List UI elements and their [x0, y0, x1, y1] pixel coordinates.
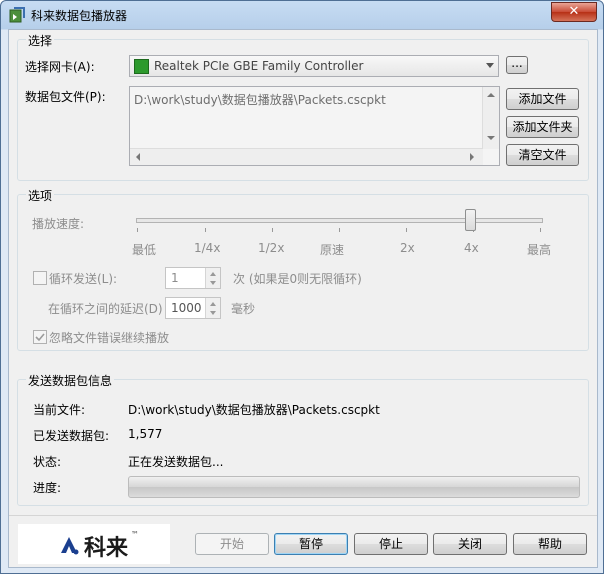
loop-count-value: 1 — [171, 271, 179, 285]
colasoft-logo: 科来 ™ — [18, 524, 170, 564]
current-file-value: D:\work\study\数据包播放器\Packets.cscpkt — [128, 403, 380, 417]
progress-label: 进度: — [33, 481, 62, 495]
logo-trademark: ™ — [131, 530, 139, 539]
app-window: 科来数据包播放器 ✕ 选择 选择网卡(A): Realtek PCIe GBE … — [0, 0, 604, 574]
send-info-group-title: 发送数据包信息 — [26, 372, 115, 389]
speed-tick-label: 最低 — [132, 243, 157, 257]
current-file-label: 当前文件: — [33, 403, 86, 417]
scroll-up-icon[interactable] — [487, 93, 495, 97]
sent-packets-label: 已发送数据包: — [33, 429, 110, 443]
loop-checkbox[interactable] — [33, 271, 47, 285]
nic-dropdown[interactable]: Realtek PCIe GBE Family Controller — [129, 55, 499, 77]
progress-bar — [128, 476, 580, 498]
chevron-down-icon — [486, 63, 494, 68]
packet-files-label: 数据包文件(P): — [25, 90, 106, 104]
delay-label: 在循环之间的延迟(D) — [48, 302, 163, 316]
browse-nic-button[interactable]: ... — [506, 56, 528, 74]
stepper-down-icon[interactable] — [210, 281, 216, 285]
dialog-body: 选择 选择网卡(A): Realtek PCIe GBE Family Cont… — [8, 29, 598, 568]
status-value: 正在发送数据包... — [128, 455, 224, 469]
loop-hint: 次 (如果是0则无限循环) — [233, 272, 362, 286]
speed-tick-label: 1/2x — [258, 241, 285, 255]
close-icon: ✕ — [568, 4, 580, 19]
speed-tick-label: 1/4x — [194, 241, 221, 255]
ignore-errors-label[interactable]: 忽略文件错误继续播放 — [49, 329, 169, 346]
nic-dropdown-value: Realtek PCIe GBE Family Controller — [154, 59, 364, 73]
speed-tick-label: 4x — [464, 241, 479, 255]
packet-player-icon — [9, 7, 25, 23]
speed-tick-label: 原速 — [320, 243, 345, 257]
list-item[interactable]: D:\work\study\数据包播放器\Packets.cscpkt — [134, 91, 386, 108]
select-group-title: 选择 — [26, 32, 55, 49]
stepper-up-icon[interactable] — [210, 272, 216, 276]
speed-tick-label: 最高 — [527, 243, 552, 257]
delay-value: 1000 — [171, 301, 202, 315]
loop-count-stepper[interactable]: 1 — [165, 267, 221, 289]
speed-tick — [339, 228, 340, 232]
stop-button[interactable]: 停止 — [354, 533, 428, 555]
status-label: 状态: — [33, 455, 62, 469]
packet-file-list[interactable]: D:\work\study\数据包播放器\Packets.cscpkt — [129, 86, 500, 166]
delay-unit: 毫秒 — [231, 302, 256, 316]
horizontal-scrollbar[interactable] — [130, 148, 483, 165]
stepper-buttons[interactable] — [205, 298, 220, 318]
speed-slider-track[interactable] — [136, 218, 543, 223]
add-folder-button[interactable]: 添加文件夹 — [506, 116, 579, 138]
checkmark-icon — [35, 333, 45, 342]
scroll-down-icon[interactable] — [487, 136, 495, 140]
loop-label[interactable]: 循环发送(L): — [49, 270, 117, 287]
start-button[interactable]: 开始 — [195, 533, 269, 555]
speed-tick — [406, 228, 407, 232]
speed-tick — [540, 228, 541, 232]
pause-button[interactable]: 暂停 — [274, 533, 348, 555]
close-window-button[interactable]: ✕ — [551, 2, 597, 22]
scroll-right-icon[interactable] — [470, 153, 474, 161]
add-file-button[interactable]: 添加文件 — [506, 88, 579, 110]
speed-slider-thumb[interactable] — [465, 209, 476, 231]
footer-divider — [9, 515, 597, 516]
speed-tick — [272, 228, 273, 232]
ignore-errors-checkbox[interactable] — [33, 330, 47, 344]
logo-text: 科来 — [84, 536, 129, 561]
speed-tick — [137, 228, 138, 232]
scroll-left-icon[interactable] — [136, 153, 140, 161]
stepper-down-icon[interactable] — [210, 311, 216, 315]
vertical-scrollbar[interactable] — [482, 87, 499, 149]
speed-label: 播放速度: — [32, 217, 85, 231]
stepper-buttons[interactable] — [205, 268, 220, 288]
clear-files-button[interactable]: 清空文件 — [506, 144, 579, 166]
speed-tick-label: 2x — [400, 241, 415, 255]
network-card-icon — [134, 59, 149, 74]
delay-stepper[interactable]: 1000 — [165, 297, 221, 319]
help-button[interactable]: 帮助 — [513, 533, 587, 555]
speed-tick — [205, 228, 206, 232]
sent-packets-value: 1,577 — [128, 427, 163, 441]
nic-label: 选择网卡(A): — [25, 60, 95, 74]
title-bar[interactable]: 科来数据包播放器 ✕ — [1, 1, 603, 29]
options-group-title: 选项 — [26, 187, 55, 204]
stepper-up-icon[interactable] — [210, 302, 216, 306]
colasoft-logo-icon — [61, 537, 79, 555]
close-button[interactable]: 关闭 — [433, 533, 507, 555]
select-group: 选择 选择网卡(A): Realtek PCIe GBE Family Cont… — [17, 32, 589, 181]
window-title: 科来数据包播放器 — [31, 9, 128, 23]
